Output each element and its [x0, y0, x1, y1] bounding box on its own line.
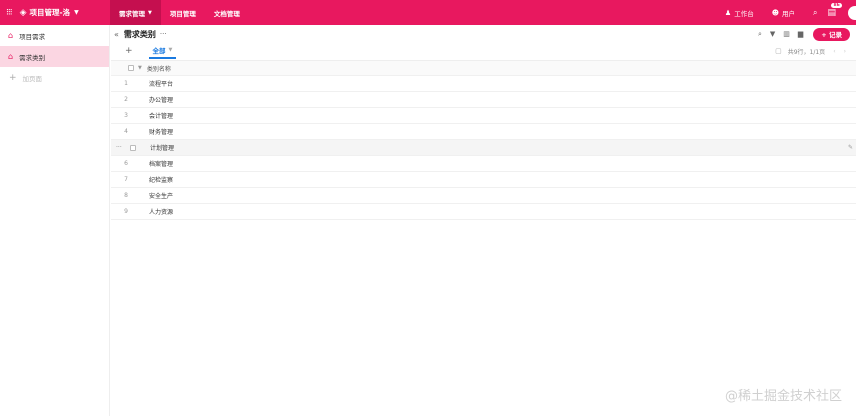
add-page-button[interactable]: + 加页面 [0, 67, 109, 88]
row-count: 共9行，1/1页 [787, 48, 826, 56]
nav-item-requirements[interactable]: 需求管理 ▼ [110, 0, 161, 25]
cell-name[interactable]: 财务管理 [149, 127, 173, 136]
users-label: 用户 [782, 9, 795, 18]
cell-name[interactable]: 人力资源 [149, 207, 173, 216]
add-page-label: 加页面 [22, 74, 43, 83]
brand[interactable]: ⁝⁝⁝ ◈ 项目管理-洛 ▼ [0, 0, 110, 25]
table-row[interactable]: 8 安全生产 [111, 188, 856, 204]
table-row[interactable]: 1 流程平台 [111, 76, 856, 92]
notification-icon[interactable]: ▤ 86 [827, 2, 842, 18]
table-row[interactable]: 9 人力资源 [111, 204, 856, 220]
sidebar-item-project-requirements[interactable]: ⌂ 项目需求 [0, 25, 109, 46]
page-header: « 需求类别 ··· ⌕ ▼ ▥ ▆ + 记录 [111, 25, 856, 43]
top-nav: 需求管理 ▼ 项目管理 文档管理 [110, 0, 249, 25]
nav-item-projects[interactable]: 项目管理 [161, 0, 205, 25]
nav-label: 项目管理 [169, 9, 196, 18]
row-index: 9 [124, 208, 128, 215]
table-row[interactable]: 6 档案管理 [111, 156, 856, 172]
sidebar-item-label: 项目需求 [19, 32, 46, 41]
caret-down-icon[interactable]: ▼ [169, 47, 173, 53]
comment-icon[interactable]: ▆ [798, 30, 803, 38]
tab-label: 全部 [152, 47, 166, 55]
nav-item-documents[interactable]: 文档管理 [205, 0, 249, 25]
users-icon: ☻ [771, 8, 779, 17]
row-index: 6 [124, 160, 128, 167]
workspace-label: 工作台 [734, 9, 754, 18]
sidebar: ⌂ 项目需求 ⌂ 需求类别 + 加页面 [0, 25, 110, 416]
row-menu-icon[interactable]: ··· [116, 144, 128, 151]
page-title: 需求类别 [123, 29, 156, 39]
watermark: @稀土掘金技术社区 [724, 389, 842, 404]
table-row[interactable]: ··· 计划管理 ✎ [111, 140, 856, 156]
user-tie-icon: ♟ [724, 8, 732, 17]
toolbar: ⌕ ▼ ▥ ▆ + 记录 [750, 27, 856, 41]
table-header: ▼ 类别名称 [111, 60, 856, 76]
edit-icon[interactable]: ✎ [848, 144, 853, 151]
sidebar-item-requirement-categories[interactable]: ⌂ 需求类别 [0, 46, 109, 67]
collapse-sidebar-icon[interactable]: « [114, 30, 119, 39]
top-bar: ⁝⁝⁝ ◈ 项目管理-洛 ▼ 需求管理 ▼ 项目管理 文档管理 ♟ 工作台 ☻ … [0, 0, 856, 25]
row-index: 7 [124, 176, 128, 183]
home-icon: ⌂ [8, 52, 14, 61]
search-icon[interactable]: ⌕ [758, 30, 762, 39]
workspace-link[interactable]: ♟ 工作台 [725, 8, 754, 18]
table-row[interactable]: 2 办公管理 [111, 92, 856, 108]
row-index: 3 [124, 112, 128, 119]
row-index: 8 [124, 192, 128, 199]
cell-name[interactable]: 安全生产 [149, 191, 173, 200]
table-row[interactable]: 7 纪检监察 [111, 172, 856, 188]
more-icon[interactable]: ··· [160, 30, 167, 38]
main-content: « 需求类别 ··· ⌕ ▼ ▥ ▆ + 记录 + 全部 ▼ ▢ 共9行，1/1… [111, 25, 856, 416]
caret-down-icon: ▼ [148, 9, 152, 16]
cell-name[interactable]: 办公管理 [149, 95, 173, 104]
plus-icon: + [9, 72, 17, 83]
cell-name[interactable]: 会计管理 [149, 111, 173, 120]
notification-badge: 86 [831, 2, 842, 8]
cell-name[interactable]: 档案管理 [149, 159, 173, 168]
cube-icon: ◈ [19, 7, 27, 18]
app-title: 项目管理-洛 [29, 8, 71, 17]
apps-grid-icon[interactable]: ⁝⁝⁝ [6, 8, 13, 18]
home-icon: ⌂ [8, 31, 14, 40]
users-link[interactable]: ☻ 用户 [772, 8, 795, 18]
top-right-tools: ♟ 工作台 ☻ 用户 ⌕ ▤ 86 [725, 0, 856, 25]
table-row[interactable]: 4 财务管理 [111, 124, 856, 140]
search-icon[interactable]: ⌕ [813, 8, 817, 18]
cell-name[interactable]: 纪检监察 [149, 175, 173, 184]
column-header-category-name[interactable]: 类别名称 [147, 64, 171, 73]
row-index: 2 [124, 96, 128, 103]
view-bar: + 全部 ▼ ▢ 共9行，1/1页 ‹ › [111, 43, 856, 59]
row-index: 4 [124, 128, 128, 135]
filter-icon[interactable]: ▼ [770, 30, 775, 38]
cell-name[interactable]: 流程平台 [149, 79, 173, 88]
data-table: ▼ 类别名称 1 流程平台 2 办公管理 3 会计管理 4 财务管理 ··· 计… [111, 60, 856, 220]
pagination-info: ▢ 共9行，1/1页 ‹ › [775, 47, 846, 56]
cell-name[interactable]: 计划管理 [150, 143, 174, 152]
table-row[interactable]: 3 会计管理 [111, 108, 856, 124]
nav-label: 需求管理 [119, 9, 145, 18]
next-page-icon[interactable]: › [844, 48, 846, 55]
calendar-icon[interactable]: ▢ [775, 47, 782, 55]
tab-all[interactable]: 全部 ▼ [148, 43, 177, 59]
chevron-down-icon[interactable]: ▼ [74, 9, 79, 16]
row-checkbox[interactable] [130, 144, 136, 151]
sidebar-item-label: 需求类别 [19, 53, 46, 62]
chart-icon[interactable]: ▥ [783, 30, 790, 38]
add-record-button[interactable]: + 记录 [813, 27, 850, 41]
prev-page-icon[interactable]: ‹ [833, 48, 835, 55]
add-view-icon[interactable]: + [125, 46, 133, 56]
row-index: 1 [124, 80, 128, 87]
caret-down-icon[interactable]: ▼ [138, 65, 142, 71]
avatar[interactable] [848, 5, 856, 20]
select-all-checkbox[interactable] [128, 65, 134, 71]
nav-label: 文档管理 [213, 9, 240, 18]
